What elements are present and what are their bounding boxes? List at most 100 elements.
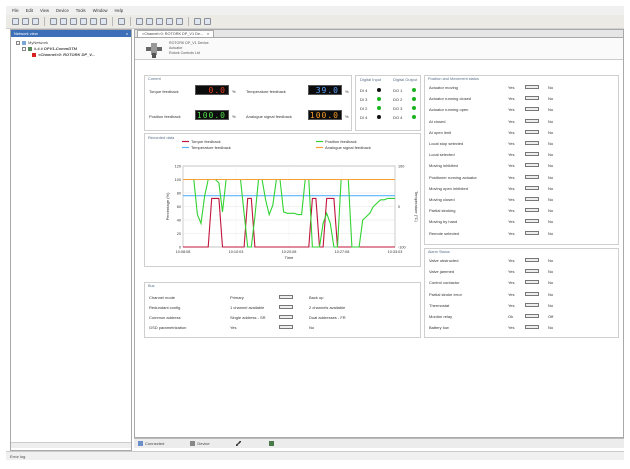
position-status-title: Position and Movement status: [428, 77, 479, 81]
bus-row-right: 2 channels available: [309, 305, 346, 310]
menu-view[interactable]: View: [40, 8, 49, 13]
status-indicator: [525, 258, 539, 262]
do-indicator: [412, 115, 416, 119]
temperature-feedback-label: Temperature feedback: [246, 89, 286, 94]
device-icon: [190, 441, 196, 447]
status-bar: Connected Device: [134, 438, 624, 448]
status-yes-label: Yes: [508, 269, 515, 275]
menu-device[interactable]: Device: [56, 8, 69, 13]
status-yes-label: Yes: [508, 85, 515, 90]
do-label: DO 4: [393, 115, 403, 120]
digital-input-title: Digital Input: [360, 77, 382, 82]
di-label: DI 2: [360, 106, 368, 111]
status-row-label: Moving inhibited: [429, 163, 458, 169]
bus-row-right: Back up: [309, 295, 324, 300]
legend-label: Analogue signal feedback: [325, 145, 371, 150]
expand-icon[interactable]: -: [16, 41, 20, 45]
status-no-label: No: [548, 258, 554, 263]
status-yes-label: Yes: [508, 230, 515, 236]
paste-icon[interactable]: [70, 18, 77, 25]
connect-icon[interactable]: [80, 18, 87, 25]
save-icon[interactable]: [32, 18, 39, 25]
status-row-label: Remote selected: [429, 230, 460, 236]
toolbar-separator: [130, 17, 131, 26]
help-icon[interactable]: [204, 18, 211, 25]
bus-toggle: [279, 315, 293, 319]
download-icon[interactable]: [146, 18, 153, 25]
close-icon[interactable]: x: [207, 32, 209, 36]
x-tick-label: 10:20:08: [282, 250, 297, 254]
x-tick-label: 10:33:03: [388, 250, 403, 254]
y2-tick-label: -100: [398, 245, 406, 249]
status-no-label: No: [548, 269, 554, 275]
measured-value-icon[interactable]: [166, 18, 173, 25]
di-indicator: [377, 106, 381, 110]
status-indicator: [525, 185, 539, 190]
status-no-label: No: [548, 129, 554, 135]
do-label: DO 3: [393, 106, 403, 111]
menu-edit[interactable]: Edit: [26, 8, 33, 13]
di-indicator: [377, 88, 381, 92]
y-tick-label: 120: [175, 164, 181, 168]
device-icon: [32, 53, 36, 57]
current-title: Current: [148, 77, 161, 81]
horizontal-scrollbar[interactable]: [11, 442, 131, 448]
status-indicator: [525, 107, 539, 112]
close-icon[interactable]: x: [126, 31, 128, 36]
disconnect-icon[interactable]: [90, 18, 97, 25]
status-yes-label: Yes: [508, 302, 515, 308]
y-tick-label: 40: [177, 218, 181, 222]
status-indicator: [525, 96, 539, 101]
alarm-status-title: Alarm Status: [428, 250, 450, 254]
window-icon[interactable]: [194, 18, 201, 25]
alarm-status-group: Alarm Status Valve obstructed Yes No Valve …: [424, 248, 619, 338]
new-file-icon[interactable]: [12, 18, 19, 25]
grid-icon[interactable]: [268, 441, 274, 446]
copy-icon[interactable]: [60, 18, 67, 25]
tree-item-channel[interactable]: <Channel>0: ROTORK DP_V...: [14, 52, 128, 58]
status-indicator: [525, 325, 539, 330]
error-log-label[interactable]: Error log: [10, 454, 25, 459]
open-folder-icon[interactable]: [22, 18, 29, 25]
status-row-label: Valve obstructed: [429, 258, 459, 263]
parameter-icon[interactable]: [156, 18, 163, 25]
network-view-title-bar: Network view x: [11, 30, 131, 37]
status-row-label: Positioner running actuator: [429, 174, 477, 180]
menu-window[interactable]: Window: [93, 8, 108, 13]
status-no-label: No: [548, 141, 554, 146]
status-indicator: [525, 174, 539, 179]
error-log-bar: Error log: [6, 451, 624, 460]
status-row-label: At open limit: [429, 129, 452, 135]
network-icon[interactable]: [100, 18, 107, 25]
status-no-label: No: [548, 107, 554, 113]
status-row-label: Actuator moving: [429, 85, 458, 90]
connection-status: Connected: [138, 441, 164, 447]
pencil-icon[interactable]: [235, 441, 241, 446]
status-row-label: Control contactor: [429, 280, 460, 286]
di-label: DI 4: [360, 115, 368, 120]
bus-row-left: Yes: [230, 325, 237, 330]
analogue-unit: %: [345, 114, 349, 119]
upload-icon[interactable]: [136, 18, 143, 25]
status-yes-label: Yes: [508, 163, 515, 169]
cut-icon[interactable]: [50, 18, 57, 25]
menu-file[interactable]: File: [12, 8, 19, 13]
status-row-label: Moving closed: [429, 197, 455, 202]
status-indicator: [525, 219, 539, 224]
status-row-label: Actuator running open: [429, 107, 469, 113]
torque-feedback-value: 0.0: [195, 85, 229, 95]
device-catalog-icon[interactable]: [118, 18, 125, 25]
menu-tools[interactable]: Tools: [76, 8, 86, 13]
network-view-panel: Network view x - MyNetwork #.#.# DPV1-Co…: [10, 29, 132, 451]
bus-row-right: No: [309, 325, 315, 330]
diagnosis-icon[interactable]: [176, 18, 183, 25]
status-indicator: [525, 141, 539, 145]
bus-row-left: 1 channel available: [230, 305, 265, 310]
status-yes-label: Yes: [508, 325, 515, 331]
status-yes-label: Yes: [508, 197, 515, 202]
tab-channel[interactable]: <Channel>0: ROTORK DP_V1 De... x: [137, 30, 215, 37]
status-no-label: No: [548, 302, 554, 308]
expand-icon[interactable]: [22, 47, 26, 51]
menu-help[interactable]: Help: [114, 8, 123, 13]
status-yes-label: Yes: [508, 208, 515, 214]
